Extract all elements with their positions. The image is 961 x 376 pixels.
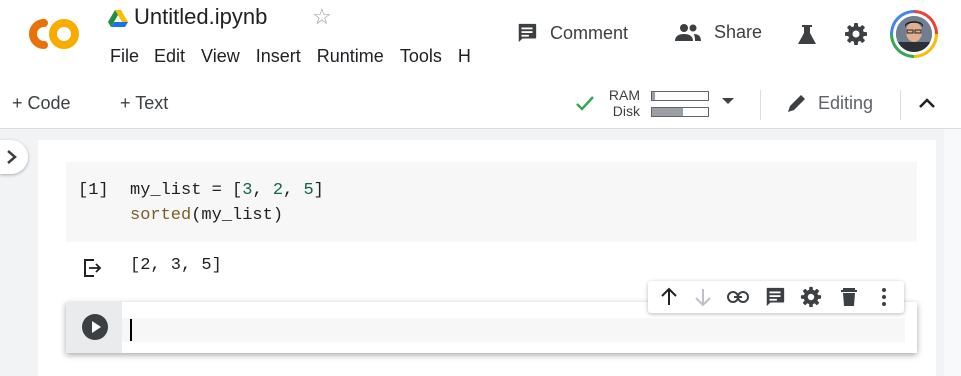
more-icon[interactable] [874,286,894,308]
code-line[interactable]: sorted(my_list) [130,206,283,225]
menu-file[interactable]: File [110,46,139,67]
scrollbar-track[interactable] [944,129,961,376]
colab-logo[interactable] [20,14,82,54]
settings-icon[interactable] [800,286,822,308]
avatar [896,16,932,52]
link-icon[interactable] [726,286,750,308]
code-token: (my_list) [191,206,284,225]
cell-output: [2, 3, 5] [130,256,222,275]
drive-icon[interactable] [108,10,128,28]
execution-count: [1] [78,181,109,200]
comment-icon[interactable] [764,286,786,308]
menu-help[interactable]: H [458,46,471,67]
cell-toolbar [648,281,904,313]
ram-usage-bar[interactable] [651,91,709,101]
menu-runtime[interactable]: Runtime [317,46,384,67]
gear-icon[interactable] [844,22,868,46]
comment-icon [518,23,537,43]
menu-insert[interactable]: Insert [256,46,301,67]
check-icon [576,96,594,111]
code-editor[interactable] [122,318,905,342]
chevron-up-icon[interactable] [918,96,936,110]
move-down-icon[interactable] [692,286,714,308]
chevron-right-icon [7,150,17,164]
header: Untitled.ipynb ☆ File Edit View Insert R… [0,0,961,80]
disk-usage-bar[interactable] [651,107,709,117]
ram-usage-fill [652,92,655,100]
comment-button[interactable]: Comment [516,22,628,44]
delete-icon[interactable] [838,286,860,308]
comment-label: Comment [550,22,629,43]
menu-view[interactable]: View [201,46,240,67]
people-icon [675,23,701,41]
code-line[interactable]: my_list = [3, 2, 5] [130,181,324,200]
move-up-icon[interactable] [658,286,680,308]
output-icon[interactable] [83,258,103,278]
code-token: my_list [130,181,202,200]
menu-edit[interactable]: Edit [154,46,185,67]
notebook-toolbar: + Code + Text RAM Disk Editing [0,80,961,129]
editing-mode-button[interactable]: Editing [786,92,873,114]
code-token: = [ [201,181,243,200]
run-cell-button[interactable] [82,314,108,340]
code-token: , [283,181,304,200]
share-label: Share [714,22,763,42]
notebook-title[interactable]: Untitled.ipynb [134,4,267,30]
text-cursor [130,319,132,341]
code-cell[interactable] [66,162,917,242]
star-icon[interactable]: ☆ [312,4,332,30]
account-avatar[interactable] [890,10,938,58]
code-function: sorted [130,206,192,225]
code-number: 3 [242,181,253,200]
menu-tools[interactable]: Tools [400,46,442,67]
editing-label: Editing [818,92,874,113]
share-button[interactable]: Share [674,22,762,43]
pencil-icon [788,95,805,112]
disk-label: Disk [612,103,640,119]
code-token: , [252,181,273,200]
resource-labels[interactable]: RAM Disk [604,87,640,119]
menu-bar: File Edit View Insert Runtime Tools H [110,46,487,67]
divider [760,90,761,120]
disk-usage-fill [652,108,683,116]
flask-icon[interactable] [796,24,818,46]
add-text-button[interactable]: + Text [120,93,168,114]
ram-label: RAM [608,87,640,103]
code-number: 5 [303,181,314,200]
cell-gutter [66,302,122,353]
divider [900,90,901,120]
resources-dropdown-icon[interactable] [722,98,734,104]
add-code-button[interactable]: + Code [12,93,71,114]
code-token: ] [313,181,324,200]
code-number: 2 [272,181,284,200]
